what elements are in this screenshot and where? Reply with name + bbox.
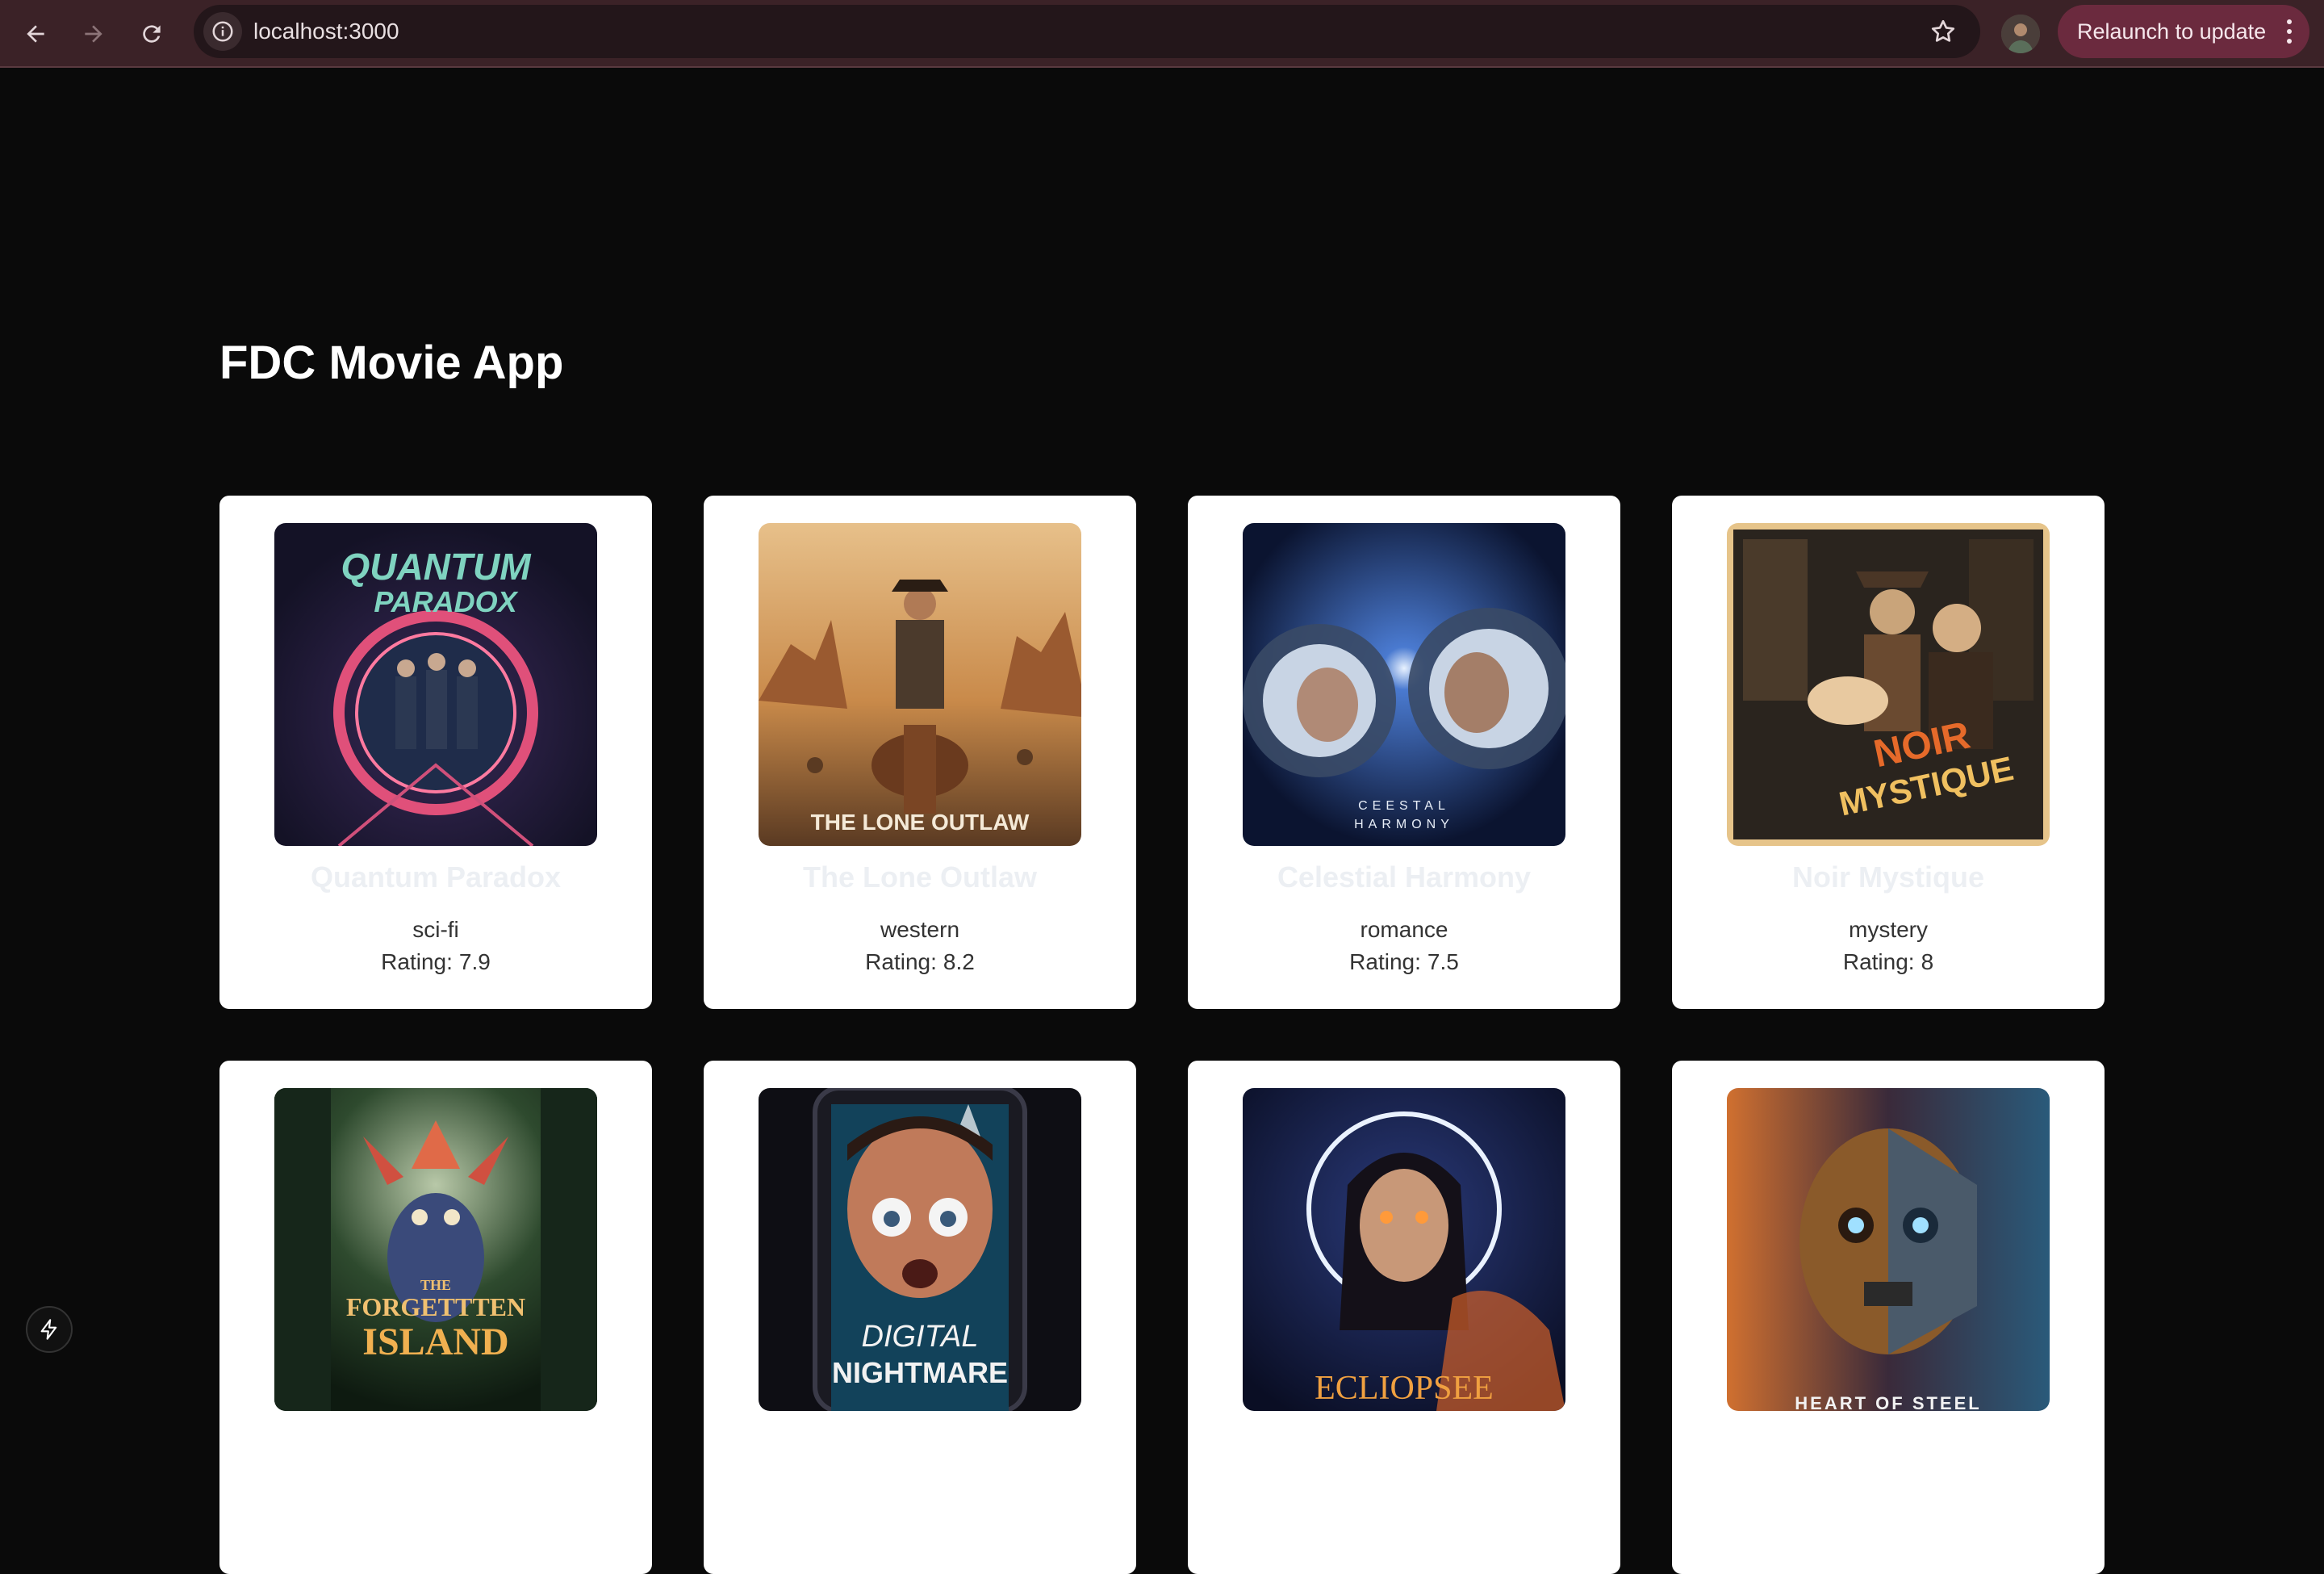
arrow-right-icon: [85, 25, 102, 43]
movie-card[interactable]: HEART OF STEEL: [1672, 1061, 2105, 1574]
movie-poster[interactable]: ECLIOPSEE: [1243, 1088, 1565, 1411]
movie-genre: western: [880, 917, 960, 942]
movie-rating: Rating: 7.9: [219, 949, 652, 975]
relaunch-button[interactable]: Relaunch to update: [2058, 5, 2309, 58]
page-title: FDC Movie App: [219, 337, 564, 389]
browser-toolbar: localhost:3000 Relaunch to update: [0, 0, 2324, 68]
movie-title: The Lone Outlaw: [802, 860, 1037, 894]
movie-card[interactable]: QUANTUM PARADOX Quantum Paradox sci-fi R…: [219, 496, 652, 1009]
back-button[interactable]: [13, 11, 58, 57]
movie-rating: Rating: 7.5: [1188, 949, 1620, 975]
movie-poster[interactable]: DIGITAL NIGHTMARE: [759, 1088, 1081, 1411]
movie-title: Noir Mystique: [1791, 860, 1985, 894]
rating-label: Rating:: [1842, 949, 1915, 974]
movie-poster[interactable]: HEART OF STEEL: [1727, 1088, 2050, 1411]
movie-grid: QUANTUM PARADOX Quantum Paradox sci-fi R…: [219, 496, 2108, 1574]
movie-poster[interactable]: QUANTUM PARADOX: [274, 523, 597, 846]
movie-title: Celestial Harmony: [1277, 860, 1532, 894]
poster-title-line-1: DIGITAL: [862, 1320, 979, 1354]
movie-card[interactable]: THE LONE OUTLAW The Lone Outlaw western …: [704, 496, 1136, 1009]
rating-label: Rating:: [1349, 949, 1421, 974]
movie-poster[interactable]: THE FORGETTTEN ISLAND: [274, 1088, 597, 1411]
rating-label: Rating:: [381, 949, 453, 974]
movie-poster[interactable]: THE LONE OUTLAW: [759, 523, 1081, 846]
poster-title-line-2: PARADOX: [374, 585, 518, 618]
rating-value: 8.2: [943, 949, 975, 974]
url-text[interactable]: localhost:3000: [253, 5, 399, 58]
poster-title: THE LONE OUTLAW: [811, 810, 1030, 835]
profile-avatar[interactable]: [2001, 15, 2040, 53]
kebab-menu-icon[interactable]: [2285, 17, 2293, 46]
reload-button[interactable]: [129, 11, 174, 57]
arrow-left-icon: [27, 25, 44, 43]
rating-value: 7.5: [1427, 949, 1459, 974]
movie-card[interactable]: CEESTAL HARMONY Celestial Harmony romanc…: [1188, 496, 1620, 1009]
movie-genre: sci-fi: [412, 917, 459, 942]
rating-label: Rating:: [865, 949, 937, 974]
movie-card[interactable]: THE FORGETTTEN ISLAND: [219, 1061, 652, 1574]
poster-title-line-2: FORGETTTEN: [346, 1292, 525, 1321]
reload-icon: [143, 25, 161, 43]
movie-genre: romance: [1360, 917, 1448, 942]
poster-title: HEART OF STEEL: [1795, 1393, 1981, 1411]
forward-button[interactable]: [71, 11, 116, 57]
movie-card[interactable]: DIGITAL NIGHTMARE: [704, 1061, 1136, 1574]
movie-card[interactable]: NOIR MYSTIQUE Noir Mystique mystery Rati…: [1672, 496, 2105, 1009]
dev-tools-lightning-icon[interactable]: [26, 1306, 73, 1353]
poster-title-line-2: HARMONY: [1354, 818, 1454, 831]
movie-poster[interactable]: NOIR MYSTIQUE: [1727, 523, 2050, 846]
movie-rating: Rating: 8: [1672, 949, 2105, 975]
poster-title-line-1: CEESTAL: [1358, 799, 1450, 813]
poster-title-line-3: ISLAND: [362, 1321, 508, 1363]
poster-title: ECLIOPSEE: [1315, 1370, 1494, 1407]
movie-genre: mystery: [1849, 917, 1928, 942]
address-bar[interactable]: localhost:3000: [194, 5, 1980, 58]
movie-title: Quantum Paradox: [310, 860, 562, 894]
info-icon[interactable]: [203, 12, 242, 51]
rating-value: 8: [1921, 949, 1934, 974]
movie-rating: Rating: 8.2: [704, 949, 1136, 975]
star-icon[interactable]: [1929, 17, 1958, 46]
rating-value: 7.9: [458, 949, 491, 974]
relaunch-label: Relaunch to update: [2077, 19, 2267, 44]
movie-poster[interactable]: CEESTAL HARMONY: [1243, 523, 1565, 846]
poster-title-line-2: NIGHTMARE: [832, 1356, 1008, 1389]
poster-title-line-1: THE: [420, 1277, 451, 1293]
poster-title-line-1: QUANTUM: [341, 546, 532, 588]
movie-card[interactable]: ECLIOPSEE: [1188, 1061, 1620, 1574]
